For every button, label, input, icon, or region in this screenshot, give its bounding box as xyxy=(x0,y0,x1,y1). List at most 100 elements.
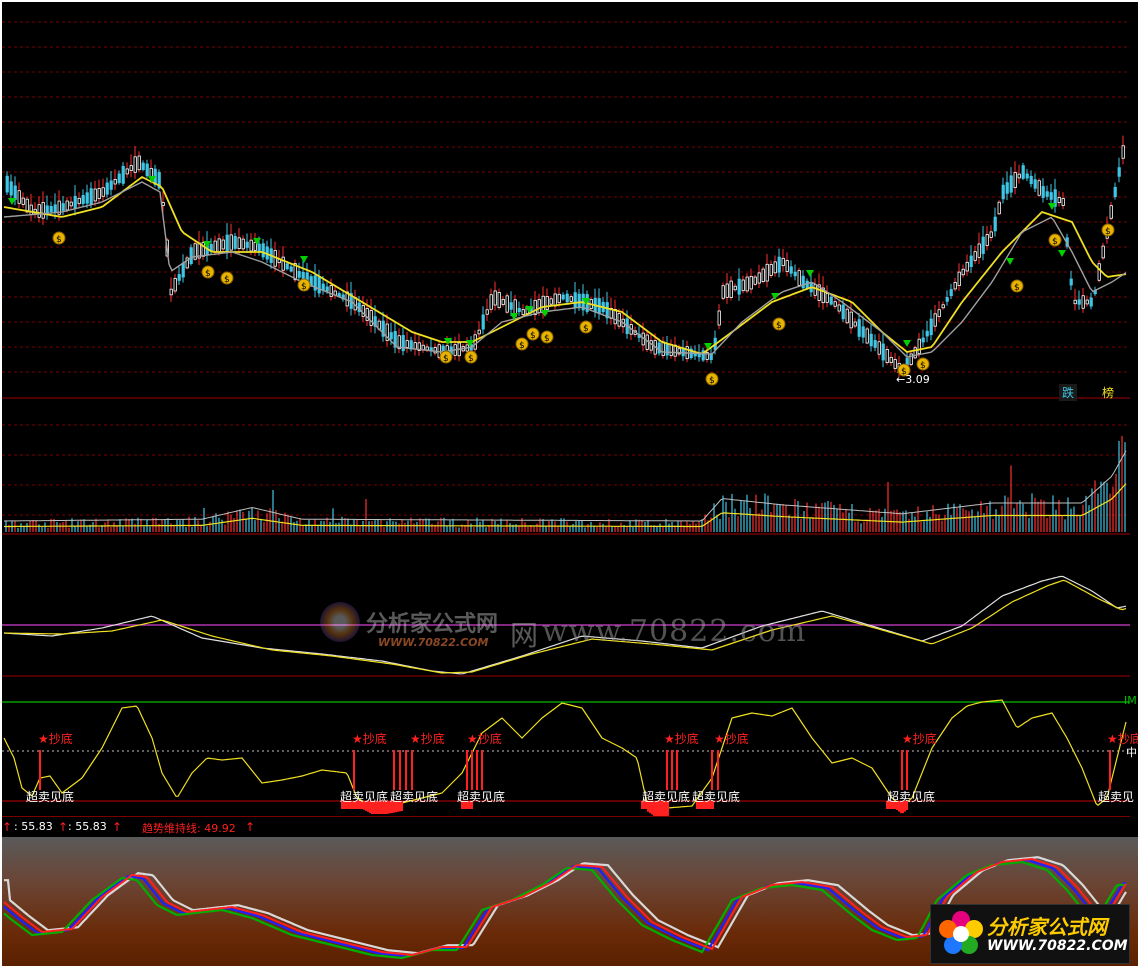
candle xyxy=(1081,295,1085,309)
watermark-net-text: 网 xyxy=(510,619,539,652)
dollar-icon: $ xyxy=(56,235,62,245)
candle xyxy=(245,241,249,248)
candle xyxy=(757,272,761,284)
candle xyxy=(973,251,977,261)
signal-panel[interactable]: ★抄底 ★抄底 ★抄底 ★抄底 ★抄底 ★抄底 ★抄底 ★抄底 超卖见底 超卖见底 超卖见底 超卖见底… xyxy=(2,678,1138,816)
candle xyxy=(949,289,953,297)
candle xyxy=(885,349,889,363)
candle xyxy=(989,231,993,238)
candle xyxy=(833,301,837,307)
candle xyxy=(873,340,877,348)
buy-signal-label: ★抄底 xyxy=(410,732,445,746)
candle xyxy=(13,185,17,200)
watermark-net: 网 xyxy=(510,614,538,654)
candle xyxy=(81,195,85,204)
candle xyxy=(933,313,937,327)
candle xyxy=(217,238,221,253)
candle xyxy=(1121,145,1125,159)
candle xyxy=(805,280,809,289)
candle xyxy=(169,288,173,296)
flower-icon xyxy=(939,911,983,954)
candle xyxy=(957,271,961,287)
dollar-icon: $ xyxy=(1105,227,1111,237)
candle xyxy=(241,238,245,250)
candle xyxy=(661,341,665,356)
low-price-value: 3.09 xyxy=(905,373,930,386)
dollar-icon: $ xyxy=(205,269,211,279)
candle xyxy=(521,309,525,315)
candle xyxy=(753,276,757,285)
candle xyxy=(281,256,285,271)
candle xyxy=(533,299,537,316)
candle xyxy=(977,243,981,258)
candle xyxy=(37,204,41,218)
candle xyxy=(1089,297,1093,307)
candle xyxy=(209,243,213,252)
logo-brand-text: 分析家公式网 xyxy=(987,915,1107,939)
candle xyxy=(389,332,393,340)
candle xyxy=(721,285,725,299)
candle xyxy=(1061,198,1065,206)
candle xyxy=(797,270,801,286)
candle xyxy=(1097,263,1101,281)
candle xyxy=(117,173,121,184)
candle xyxy=(925,330,929,337)
candle xyxy=(253,241,257,251)
dollar-icon: $ xyxy=(583,324,589,334)
candle xyxy=(233,235,237,249)
volume-panel[interactable] xyxy=(2,400,1130,536)
oversold-label: 超卖见底 xyxy=(390,790,439,804)
candle xyxy=(725,283,729,298)
candle xyxy=(861,326,865,338)
candle xyxy=(789,266,793,274)
candle xyxy=(577,293,581,309)
chart-window: $ $ $ $ $ $ $ $ $ $ $ $ $ $ $ $ $ ←3.09 跌 榜 分析家公式网 网 www… xyxy=(2,2,1138,966)
oversold-label: 超卖见底 xyxy=(887,790,936,804)
arrow-up-icon: ↑ xyxy=(112,820,123,834)
candle xyxy=(1109,205,1113,219)
dollar-icon: $ xyxy=(224,275,230,285)
candle xyxy=(793,271,797,277)
candle xyxy=(941,304,945,309)
candle xyxy=(289,266,293,272)
candle xyxy=(1041,186,1045,198)
candle xyxy=(737,278,741,295)
candle xyxy=(665,343,669,356)
candle xyxy=(917,338,921,355)
dollar-icon: $ xyxy=(468,354,474,364)
candle xyxy=(125,168,129,175)
candle xyxy=(1021,165,1025,179)
buy-arrow-icon xyxy=(1006,258,1014,265)
oversold-label: 超卖见底 xyxy=(692,790,741,804)
candle xyxy=(85,192,89,204)
candle xyxy=(781,257,785,267)
candle xyxy=(497,292,501,308)
oversold-label: 超卖见底 xyxy=(26,790,75,804)
watermark-flower-icon xyxy=(320,602,360,642)
fall-button[interactable]: 跌 xyxy=(1059,384,1078,401)
candle xyxy=(733,285,737,291)
candle xyxy=(929,318,933,336)
oscillator-panel[interactable]: 分析家公式网 网 www.70822.com WWW.70822.COM xyxy=(2,536,1130,678)
price-panel[interactable]: $ $ $ $ $ $ $ $ $ $ $ $ $ $ $ $ $ ←3.09 跌 榜 xyxy=(2,2,1130,401)
candle xyxy=(1113,186,1117,198)
rank-button[interactable]: 榜 xyxy=(1102,384,1114,401)
candle xyxy=(329,285,333,297)
candle xyxy=(261,243,265,258)
candle xyxy=(913,347,917,359)
candle xyxy=(785,260,789,272)
candle xyxy=(849,311,853,329)
candle xyxy=(77,197,81,205)
im-cut-text: IM xyxy=(1124,694,1137,707)
buy-arrow-icon xyxy=(903,340,911,347)
candle xyxy=(109,180,113,190)
dollar-icon: $ xyxy=(443,354,449,364)
candle xyxy=(1057,196,1061,204)
candle xyxy=(9,181,13,196)
candle xyxy=(745,276,749,292)
candle xyxy=(73,195,77,210)
candle xyxy=(121,165,125,184)
mid-cut-label: 中 xyxy=(1126,744,1137,760)
candle xyxy=(517,307,521,313)
candle xyxy=(229,234,233,251)
